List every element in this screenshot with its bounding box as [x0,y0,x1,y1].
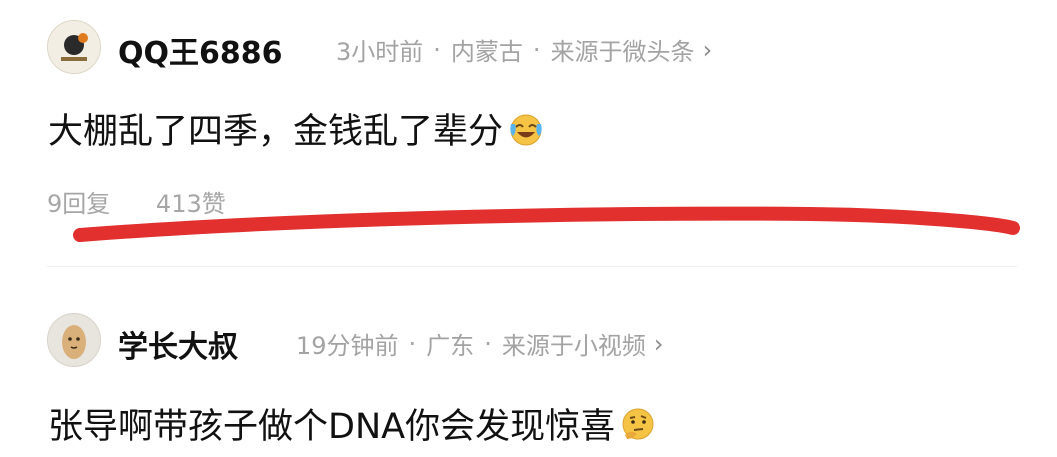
comment-item: QQ王6886 3小时前 · 内蒙古 · 来源于微头条 › 大棚乱了四季，金钱乱… [0,0,1057,270]
comment-meta: 19分钟前 · 广东 · 来源于小视频 › [296,326,663,361]
comment-text-row: 张导啊带孩子做个DNA你会发现惊喜 [48,398,657,449]
meta-separator: · [484,329,492,358]
comment-time: 19分钟前 [296,332,399,360]
username[interactable]: QQ王6886 [118,28,283,72]
comment-actions: 9回复 413赞 [47,184,226,219]
comment-location: 广东 [426,332,475,360]
avatar-image [48,314,100,366]
comment-time: 3小时前 [336,38,424,66]
avatar-image [48,21,100,73]
chevron-right-icon[interactable]: › [654,330,664,358]
avatar[interactable] [47,20,101,74]
source-link[interactable]: 来源于小视频 [502,326,646,361]
username[interactable]: 学长大叔 [118,322,238,366]
avatar[interactable] [47,313,101,367]
like-count-button[interactable]: 413赞 [156,190,226,218]
comment-text: 张导啊带孩子做个DNA你会发现惊喜 [48,407,616,447]
comment-text-row: 大棚乱了四季，金钱乱了辈分 [48,103,545,154]
crying-laughing-emoji-icon [510,114,542,145]
meta-separator: · [408,329,417,358]
meta-separator: · [532,35,541,64]
meta-separator: · [433,35,441,64]
divider [47,266,1017,267]
comment-text: 大棚乱了四季，金钱乱了辈分 [48,112,504,152]
source-link[interactable]: 来源于微头条 [551,32,695,67]
reply-count-button[interactable]: 9回复 [47,190,110,218]
comment-item: 学长大叔 19分钟前 · 广东 · 来源于小视频 › 张导啊带孩子做个DNA你会… [0,300,1057,457]
comment-location: 内蒙古 [450,38,523,66]
chevron-right-icon[interactable]: › [703,36,713,64]
thinking-emoji-icon [622,408,654,439]
comment-feed: QQ王6886 3小时前 · 内蒙古 · 来源于微头条 › 大棚乱了四季，金钱乱… [0,0,1057,457]
comment-meta: 3小时前 · 内蒙古 · 来源于微头条 › [336,32,712,67]
